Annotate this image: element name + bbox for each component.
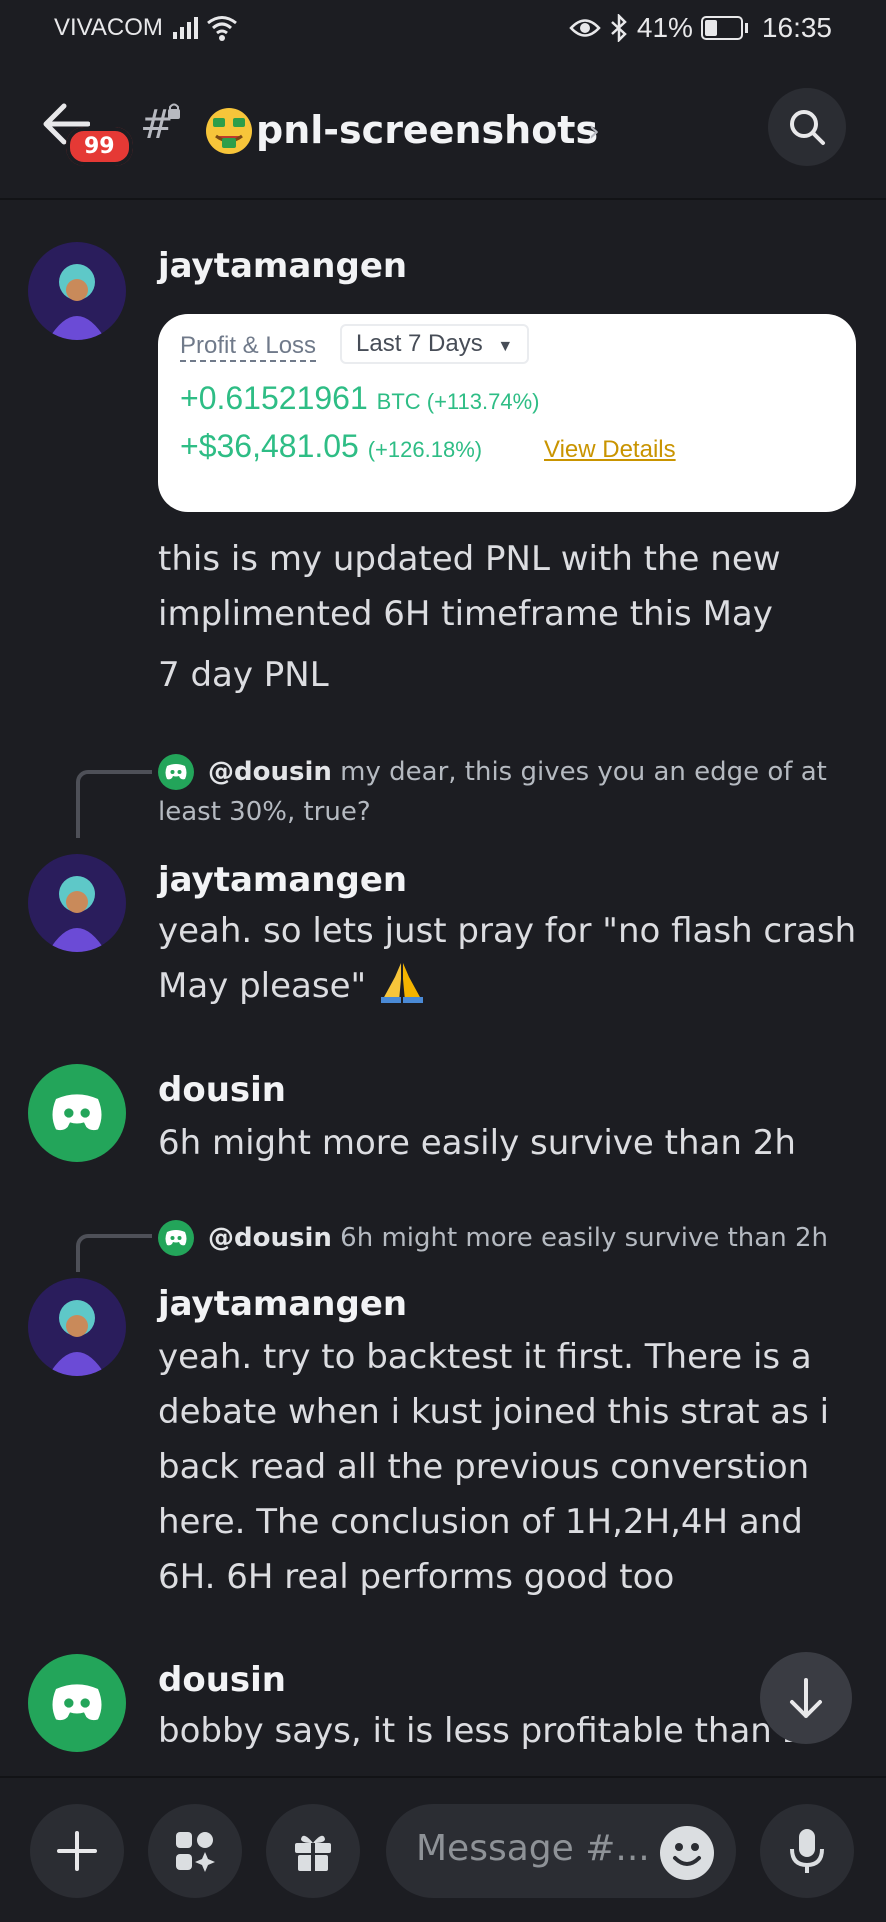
- reply-username: @dousin: [208, 1223, 332, 1253]
- battery-cap: [744, 23, 748, 33]
- voice-message-button[interactable]: [760, 1804, 854, 1898]
- reply-username: @dousin: [208, 757, 332, 787]
- btc-change: BTC (+113.74%): [376, 389, 540, 414]
- apps-icon: [176, 1832, 215, 1872]
- message-username[interactable]: jaytamangen: [158, 246, 407, 286]
- search-icon: [790, 110, 825, 145]
- avatar[interactable]: [28, 1654, 126, 1752]
- message-line: 6h might more easily survive than 2h: [158, 1123, 796, 1163]
- wifi-icon: [207, 16, 237, 41]
- unread-badge: 99: [66, 127, 133, 166]
- gift-button[interactable]: [266, 1804, 360, 1898]
- message-text: 6h might more easily survive than 2h: [158, 1116, 858, 1171]
- message-text: bobby says, it is less profitable than 2: [158, 1704, 858, 1754]
- pnl-screenshot-attachment[interactable]: Profit & Loss Last 7 Days ▼ +0.61521961 …: [158, 314, 856, 512]
- message-text: yeah. try to backtest it first. There is…: [158, 1330, 858, 1605]
- reply-text: my dear, this gives you an edge of at: [340, 757, 827, 787]
- message-line: 7 day PNL: [158, 655, 329, 695]
- clock: 16:35: [761, 12, 832, 43]
- message-line: bobby says, it is less profitable than 2: [158, 1711, 805, 1751]
- pnl-label: Profit & Loss: [180, 332, 317, 362]
- message-input[interactable]: Message #...: [386, 1804, 736, 1898]
- reply-preview[interactable]: @dousin my dear, this gives you an edge …: [158, 752, 838, 832]
- lock-icon: [168, 103, 180, 119]
- user-avatar-image: [28, 854, 126, 952]
- message-text: this is my updated PNL with the new impl…: [158, 532, 858, 703]
- message-line-text: May please": [158, 966, 367, 1006]
- usd-change: (+126.18%): [367, 437, 483, 462]
- message-line: May please": [158, 959, 858, 1014]
- range-label: Last 7 Days: [356, 330, 483, 357]
- avatar[interactable]: [28, 242, 126, 340]
- money-mouth-face-icon: [206, 108, 252, 154]
- carrier-name: VIVACOM: [54, 14, 163, 41]
- btc-value: +0.61521961: [180, 380, 368, 416]
- status-bar: VIVACOM 41% 16:35: [0, 0, 886, 58]
- unread-count: 99: [66, 127, 133, 166]
- bluetooth-icon: [611, 14, 627, 42]
- attach-button[interactable]: [30, 1804, 124, 1898]
- message-line: debate when i kust joined this strat as …: [158, 1392, 830, 1432]
- reply-connector: [76, 770, 152, 838]
- status-right: 41% 16:35: [569, 12, 832, 44]
- chevron-right-icon[interactable]: ›: [588, 114, 600, 149]
- microphone-icon: [790, 1829, 824, 1873]
- message-username[interactable]: jaytamangen: [158, 860, 407, 900]
- channel-name[interactable]: pnl-screenshots: [256, 108, 598, 152]
- usd-pnl: +$36,481.05 (+126.18%): [180, 428, 482, 465]
- message-line: back read all the previous converstion: [158, 1447, 810, 1487]
- avatar[interactable]: [28, 1278, 126, 1376]
- view-details-link: View Details: [544, 436, 676, 463]
- gift-icon: [295, 1835, 331, 1871]
- message-line: yeah. try to backtest it first. There is…: [158, 1337, 812, 1377]
- apps-button[interactable]: [148, 1804, 242, 1898]
- discord-icon: [52, 1684, 102, 1721]
- message-username[interactable]: dousin: [158, 1660, 286, 1700]
- range-dropdown: Last 7 Days ▼: [340, 324, 530, 364]
- emoji-button[interactable]: [660, 1826, 714, 1880]
- avatar[interactable]: [28, 854, 126, 952]
- folded-hands-icon: [380, 963, 423, 1003]
- caret-down-icon: ▼: [497, 338, 514, 355]
- plus-icon: [57, 1831, 97, 1871]
- search-button[interactable]: [768, 88, 846, 166]
- smiley-icon: [673, 1843, 701, 1866]
- message-line: implimented 6H timeframe this May: [158, 594, 773, 634]
- signal-icon: [173, 17, 198, 39]
- reply-text: least 30%, true?: [158, 797, 371, 827]
- message-username[interactable]: dousin: [158, 1070, 286, 1110]
- reply-text: 6h might more easily survive than 2h: [340, 1223, 828, 1253]
- message-line: yeah. so lets just pray for "no flash cr…: [158, 911, 857, 951]
- arrow-down-icon: [790, 1678, 822, 1718]
- message-placeholder: Message #...: [416, 1828, 650, 1869]
- discord-icon: [52, 1094, 102, 1131]
- reply-preview[interactable]: @dousin 6h might more easily survive tha…: [158, 1218, 838, 1258]
- avatar[interactable]: [28, 1064, 126, 1162]
- message-line: here. The conclusion of 1H,2H,4H and: [158, 1502, 803, 1542]
- user-avatar-image: [28, 242, 126, 340]
- message-username[interactable]: jaytamangen: [158, 1284, 407, 1324]
- eye-icon: [569, 19, 601, 37]
- message-text: yeah. so lets just pray for "no flash cr…: [158, 904, 858, 1014]
- battery-percent: 41%: [636, 12, 693, 43]
- user-avatar-image: [28, 1278, 126, 1376]
- message-line: 6H. 6H real performs good too: [158, 1557, 675, 1597]
- message-composer: Message #...: [0, 1776, 886, 1922]
- message-line: this is my updated PNL with the new: [158, 539, 781, 579]
- btc-pnl: +0.61521961 BTC (+113.74%): [180, 380, 539, 417]
- reply-connector: [76, 1234, 152, 1272]
- battery-icon: [700, 16, 743, 40]
- usd-value: +$36,481.05: [180, 428, 359, 464]
- scroll-to-bottom-button[interactable]: [760, 1652, 852, 1744]
- channel-header: 99 # pnl-screenshots ›: [0, 58, 886, 200]
